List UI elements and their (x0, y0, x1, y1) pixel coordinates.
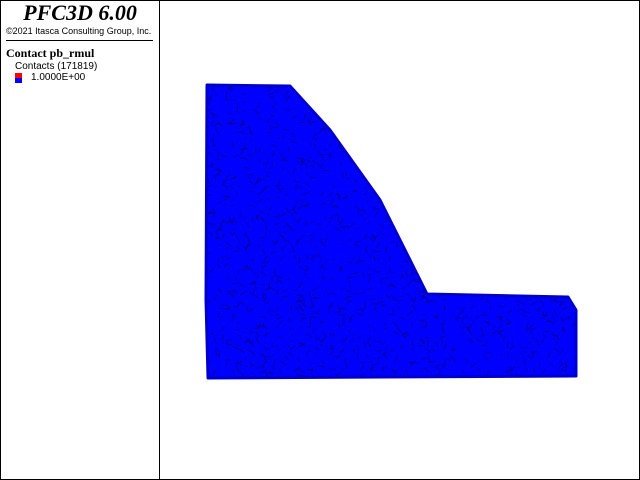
legend-panel: PFC3D 6.00 ©2021 Itasca Consulting Group… (0, 0, 160, 480)
particle-assembly (206, 85, 576, 378)
model-canvas[interactable] (161, 1, 639, 479)
app-title: PFC3D 6.00 (23, 0, 137, 25)
model-viewport[interactable] (161, 1, 639, 479)
copyright-notice: ©2021 Itasca Consulting Group, Inc. (6, 26, 152, 36)
plot-item-title: Contact pb_rmul (6, 46, 95, 60)
title-divider (6, 40, 153, 41)
legend-value-label: 1.0000E+00 (31, 72, 86, 83)
color-swatch-icon (15, 73, 22, 83)
swatch-bottom-color (15, 78, 22, 83)
